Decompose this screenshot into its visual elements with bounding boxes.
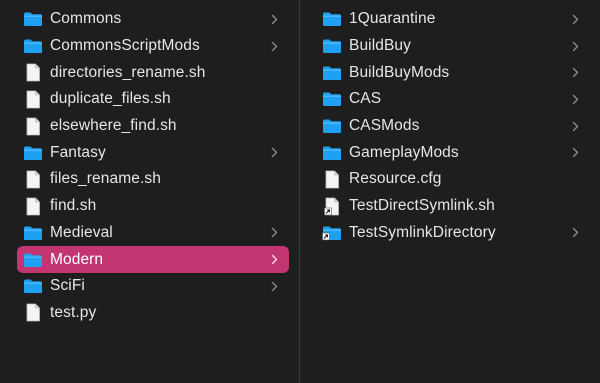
folder-icon bbox=[23, 37, 43, 55]
item-label: CommonsScriptMods bbox=[50, 37, 200, 55]
item-label: GameplayMods bbox=[349, 143, 459, 161]
folder-row[interactable]: CAS bbox=[316, 86, 590, 113]
item-label: Resource.cfg bbox=[349, 170, 442, 188]
chevron-right-icon bbox=[572, 41, 582, 52]
item-label: 1Quarantine bbox=[349, 10, 436, 28]
chevron-right-icon bbox=[271, 227, 281, 238]
chevron-right-icon bbox=[572, 14, 582, 25]
folder-row[interactable]: Medieval bbox=[17, 220, 289, 247]
file-row[interactable]: directories_rename.sh bbox=[17, 59, 289, 86]
folder-icon bbox=[322, 37, 342, 55]
document-icon bbox=[23, 117, 43, 135]
folder-row[interactable]: CASMods bbox=[316, 113, 590, 140]
chevron-right-icon bbox=[271, 147, 281, 158]
folder-row[interactable]: BuildBuyMods bbox=[316, 59, 590, 86]
folder-row[interactable]: Commons bbox=[17, 6, 289, 33]
chevron-right-icon bbox=[271, 41, 281, 52]
folder-row[interactable]: BuildBuy bbox=[316, 33, 590, 60]
item-label: CASMods bbox=[349, 117, 420, 135]
item-label: CAS bbox=[349, 90, 382, 108]
folder-icon bbox=[322, 117, 342, 135]
item-label: directories_rename.sh bbox=[50, 63, 206, 81]
item-label: BuildBuy bbox=[349, 37, 411, 55]
folder-row[interactable]: 1Quarantine bbox=[316, 6, 590, 33]
document-icon bbox=[322, 170, 342, 189]
folder-icon bbox=[23, 10, 43, 28]
folder-icon bbox=[322, 64, 342, 82]
file-row[interactable]: test.py bbox=[17, 300, 289, 327]
file-row[interactable]: find.sh bbox=[17, 193, 289, 220]
item-label: Medieval bbox=[50, 223, 113, 241]
chevron-right-icon bbox=[271, 281, 281, 292]
document-icon bbox=[23, 197, 43, 216]
file-row[interactable]: duplicate_files.sh bbox=[17, 86, 289, 113]
column-2[interactable]: 1Quarantine BuildBuy BuildBuyMods CAS CASMod… bbox=[300, 0, 600, 383]
folder-icon bbox=[23, 224, 43, 242]
folder-icon bbox=[322, 144, 342, 162]
item-label: find.sh bbox=[50, 197, 97, 215]
column-1-list: Commons CommonsScriptMods directories_rena… bbox=[0, 6, 299, 326]
column-1[interactable]: Commons CommonsScriptMods directories_rena… bbox=[0, 0, 300, 383]
folder-row[interactable]: Fantasy bbox=[17, 139, 289, 166]
chevron-right-icon bbox=[572, 147, 582, 158]
folder-icon bbox=[23, 251, 43, 269]
folder-icon bbox=[322, 90, 342, 108]
alias-document-icon bbox=[322, 197, 342, 216]
item-label: Modern bbox=[50, 250, 104, 268]
file-row[interactable]: files_rename.sh bbox=[17, 166, 289, 193]
file-row[interactable]: elsewhere_find.sh bbox=[17, 113, 289, 140]
item-label: Commons bbox=[50, 10, 122, 28]
chevron-right-icon bbox=[271, 254, 281, 265]
folder-row[interactable]: CommonsScriptMods bbox=[17, 33, 289, 60]
document-icon bbox=[23, 170, 43, 189]
file-row[interactable]: TestDirectSymlink.sh bbox=[316, 193, 590, 220]
item-label: BuildBuyMods bbox=[349, 63, 450, 81]
item-label: SciFi bbox=[50, 277, 85, 295]
folder-row[interactable]: Modern bbox=[17, 246, 289, 273]
item-label: TestSymlinkDirectory bbox=[349, 223, 496, 241]
item-label: TestDirectSymlink.sh bbox=[349, 197, 495, 215]
file-row[interactable]: Resource.cfg bbox=[316, 166, 590, 193]
alias-folder-icon bbox=[322, 224, 342, 242]
folder-icon bbox=[322, 10, 342, 28]
folder-icon bbox=[23, 144, 43, 162]
column-browser: Commons CommonsScriptMods directories_rena… bbox=[0, 0, 600, 383]
document-icon bbox=[23, 90, 43, 109]
document-icon bbox=[23, 304, 43, 322]
item-label: duplicate_files.sh bbox=[50, 90, 171, 108]
item-label: elsewhere_find.sh bbox=[50, 117, 177, 135]
folder-row[interactable]: SciFi bbox=[17, 273, 289, 300]
chevron-right-icon bbox=[271, 14, 281, 25]
item-label: Fantasy bbox=[50, 143, 106, 161]
folder-icon bbox=[23, 277, 43, 295]
column-2-list: 1Quarantine BuildBuy BuildBuyMods CAS CASMod… bbox=[300, 6, 600, 246]
chevron-right-icon bbox=[572, 94, 582, 105]
chevron-right-icon bbox=[572, 121, 582, 132]
chevron-right-icon bbox=[572, 227, 582, 238]
folder-row[interactable]: GameplayMods bbox=[316, 139, 590, 166]
item-label: test.py bbox=[50, 303, 97, 321]
item-label: files_rename.sh bbox=[50, 170, 161, 188]
folder-row[interactable]: TestSymlinkDirectory bbox=[316, 220, 590, 247]
document-icon bbox=[23, 63, 43, 82]
chevron-right-icon bbox=[572, 67, 582, 78]
